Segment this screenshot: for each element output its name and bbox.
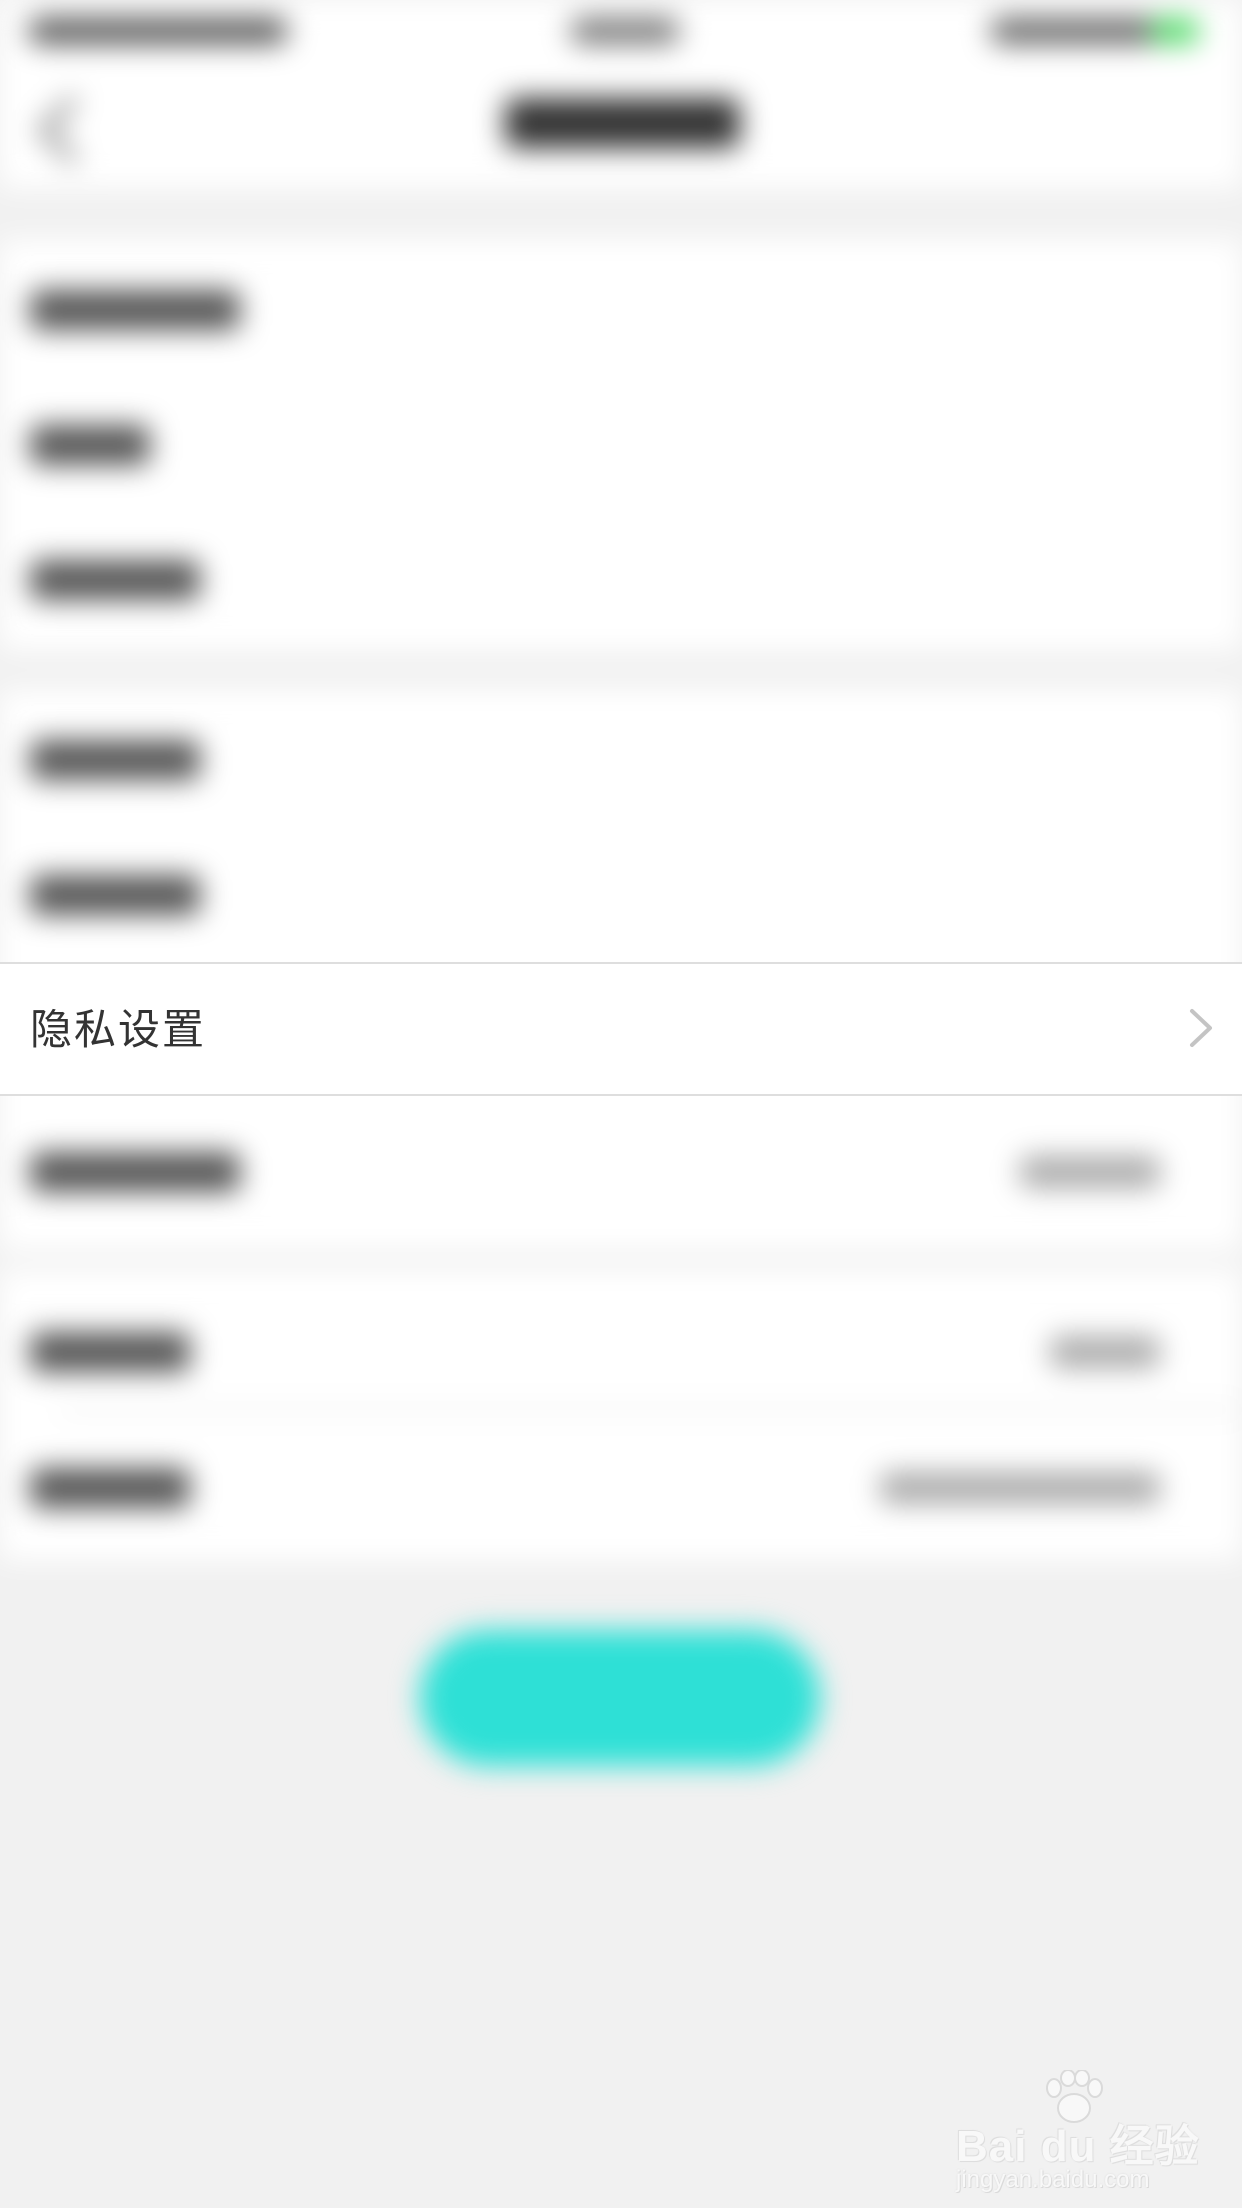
watermark-brand: Bai du 经验 xyxy=(956,2122,1200,2171)
settings-group-blurred xyxy=(0,1270,1242,1560)
back-icon xyxy=(38,96,106,164)
primary-button-blurred xyxy=(420,1630,820,1766)
watermark-url: jingyan.baidu.com xyxy=(956,2166,1150,2193)
settings-group-blurred xyxy=(0,240,1242,650)
navigation-bar xyxy=(0,60,1242,188)
chevron-right-icon xyxy=(1190,1009,1212,1047)
baidu-jingyan-watermark: Bai du 经验 jingyan.baidu.com xyxy=(950,2070,1230,2193)
privacy-settings-label: 隐私设置 xyxy=(30,1005,207,1054)
status-bar xyxy=(0,0,1242,60)
screen: 隐私设置 Bai du 经验 jingyan.baidu.com xyxy=(0,0,1242,2208)
page-title-blurred xyxy=(505,98,740,148)
privacy-settings-row[interactable]: 隐私设置 xyxy=(0,962,1242,1096)
settings-row-blurred xyxy=(0,1100,1242,1250)
blurred-background xyxy=(0,0,1242,2208)
